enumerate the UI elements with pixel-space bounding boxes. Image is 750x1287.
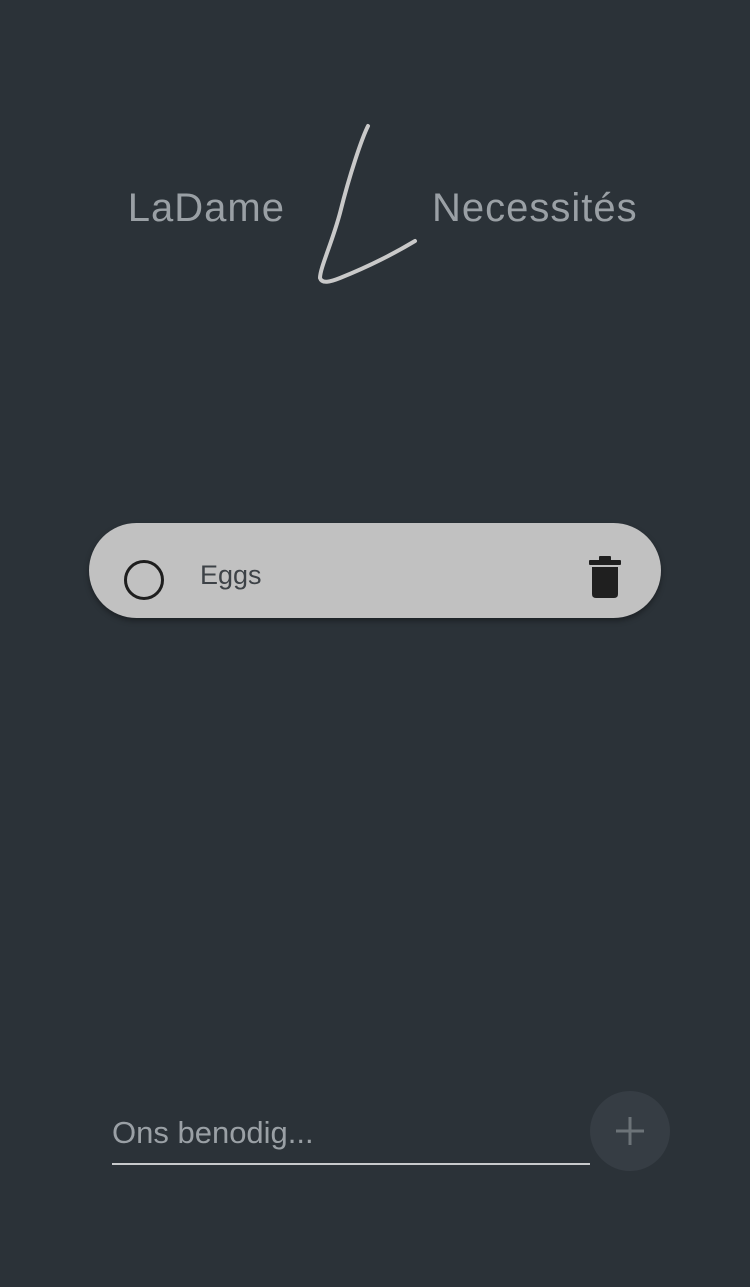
add-item-field (112, 1105, 590, 1165)
trash-icon[interactable] (587, 556, 623, 598)
list-item-label: Eggs (200, 560, 262, 590)
app-header: LaDame Necessités (0, 110, 750, 300)
plus-icon (616, 1117, 644, 1145)
brand-right-text: Necessités (432, 186, 638, 230)
handwritten-l-logo-icon (318, 124, 417, 284)
circle-outline-icon[interactable] (124, 560, 164, 600)
add-item-button[interactable] (590, 1091, 670, 1171)
list-item: Eggs (89, 523, 661, 618)
add-item-input[interactable] (112, 1105, 590, 1161)
brand-left-text: LaDame (127, 186, 285, 230)
